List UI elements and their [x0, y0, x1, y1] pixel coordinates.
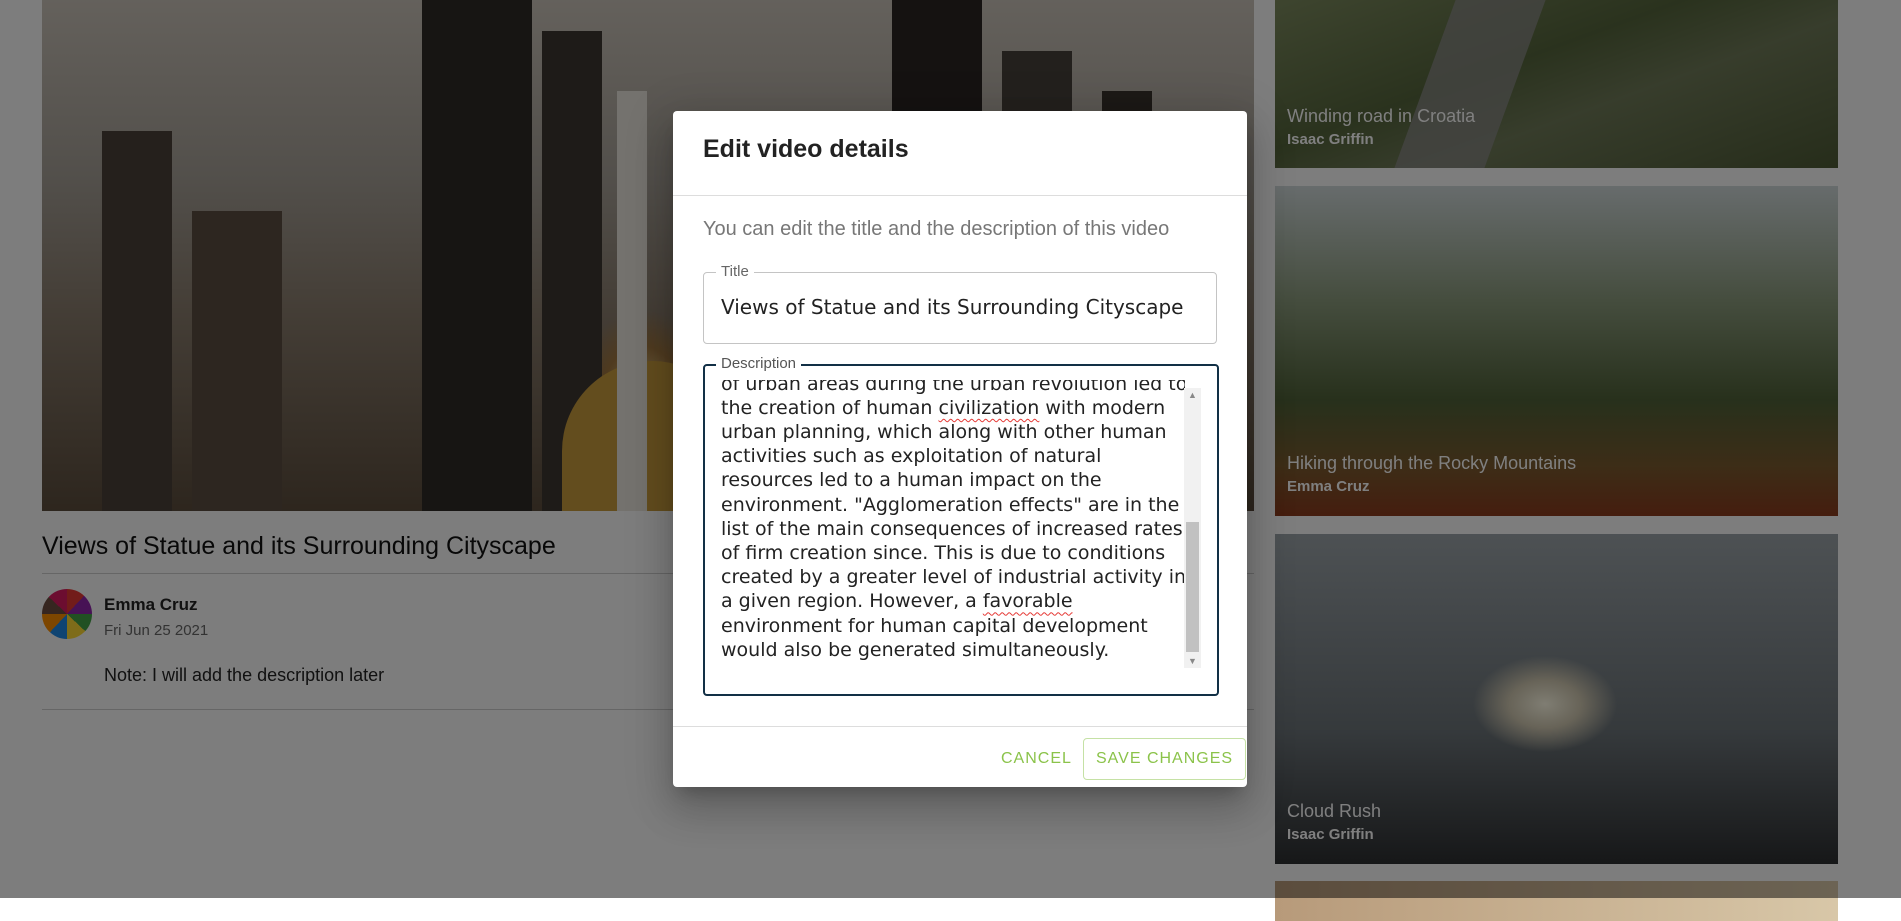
title-input[interactable] — [721, 295, 1191, 319]
description-line: environment. "Agglomeration effects" are… — [721, 493, 1180, 516]
description-line: activities such as exploitation of natur… — [721, 445, 1102, 468]
divider — [673, 195, 1247, 196]
description-line: a given region. However, a favorable — [721, 590, 1073, 613]
description-line: of firm creation since. This is due to c… — [721, 541, 1166, 564]
description-field: Description of urban areas during the ur… — [703, 355, 1219, 696]
scroll-up-arrow-icon[interactable]: ▲ — [1184, 388, 1201, 402]
save-changes-button[interactable]: SAVE CHANGES — [1083, 738, 1247, 780]
edit-video-dialog: Edit video details You can edit the titl… — [673, 111, 1247, 787]
cancel-button[interactable]: CANCEL — [989, 738, 1084, 780]
description-text: of urban areas during the urban revoluti… — [721, 380, 1185, 662]
misspelled-word[interactable]: favorable — [983, 590, 1073, 612]
description-line: the creation of human civilization with … — [721, 396, 1166, 419]
scroll-down-arrow-icon[interactable]: ▼ — [1184, 654, 1201, 668]
dialog-title: Edit video details — [703, 135, 909, 163]
description-textarea[interactable]: of urban areas during the urban revoluti… — [721, 380, 1185, 676]
scrollbar-thumb[interactable] — [1186, 522, 1199, 652]
description-line: resources led to a human impact on the — [721, 469, 1102, 492]
description-line: of urban areas during the urban revoluti… — [721, 380, 1185, 395]
title-field-label: Title — [716, 263, 754, 280]
dialog-subtitle: You can edit the title and the descripti… — [703, 218, 1170, 240]
misspelled-word[interactable]: civilization — [939, 397, 1040, 419]
description-line: would also be generated simultaneously. — [721, 638, 1110, 661]
description-scrollbar[interactable]: ▲ ▼ — [1184, 388, 1201, 668]
description-line: created by a greater level of industrial… — [721, 566, 1185, 589]
description-line: urban planning, which along with other h… — [721, 420, 1167, 443]
title-field: Title — [703, 263, 1217, 344]
description-line: environment for human capital developmen… — [721, 614, 1148, 637]
divider — [673, 726, 1247, 727]
description-line: list of the main consequences of increas… — [721, 517, 1183, 540]
description-field-label: Description — [716, 355, 802, 372]
